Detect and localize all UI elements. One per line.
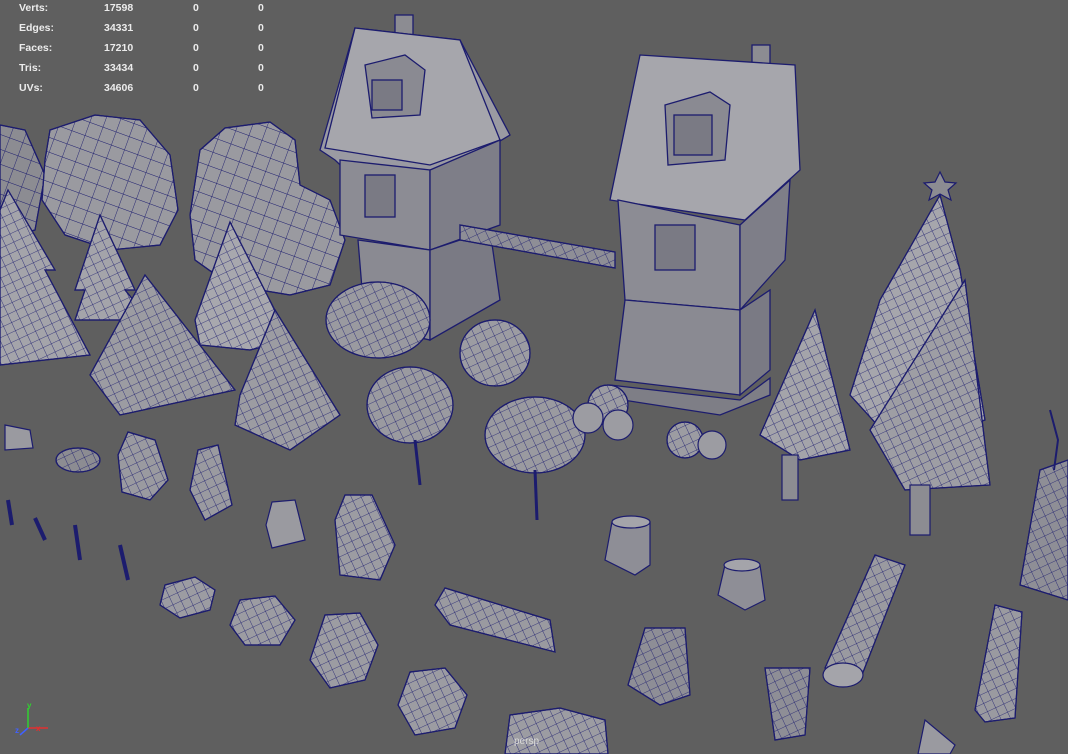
hud-label: Tris: — [19, 62, 42, 74]
hud-c2: 0 — [193, 22, 199, 34]
scene-canvas[interactable] — [0, 0, 1068, 754]
axis-z-label: z — [15, 726, 19, 735]
pine-trees-right[interactable] — [759, 170, 991, 536]
small-rocks[interactable] — [4, 424, 609, 754]
hud-value: 34606 — [104, 82, 134, 94]
hud-row: Tris: 33434 0 0 — [0, 62, 300, 78]
hud-value: 33434 — [104, 62, 134, 74]
hud-c2: 0 — [193, 62, 199, 74]
hud-value: 34331 — [104, 22, 134, 34]
hud-value: 17598 — [104, 2, 134, 14]
hud-row: Verts: 17598 0 0 — [0, 2, 300, 18]
hud-c2: 0 — [193, 42, 199, 54]
hud-c3: 0 — [258, 2, 264, 14]
house-right[interactable] — [609, 44, 801, 416]
hud-label: Verts: — [19, 2, 49, 14]
hud-row: Faces: 17210 0 0 — [0, 42, 300, 58]
hud-label: Faces: — [19, 42, 53, 54]
axis-gizmo-icon — [14, 702, 54, 743]
hud-label: UVs: — [19, 82, 43, 94]
camera-name-label: persp — [514, 736, 540, 747]
axis-x-label: x — [36, 724, 41, 733]
hud-label: Edges: — [19, 22, 55, 34]
hud-value: 17210 — [104, 42, 134, 54]
tower-partial[interactable] — [1019, 409, 1068, 601]
hud-row: UVs: 34606 0 0 — [0, 82, 300, 98]
hud-c2: 0 — [193, 2, 199, 14]
hud-c3: 0 — [258, 82, 264, 94]
hud-c2: 0 — [193, 82, 199, 94]
hud-c3: 0 — [258, 62, 264, 74]
hud-row: Edges: 34331 0 0 — [0, 22, 300, 38]
hud-c3: 0 — [258, 42, 264, 54]
viewport-3d[interactable]: Verts: 17598 0 0 Edges: 34331 0 0 Faces: 17210 0 0 T… — [0, 0, 1068, 754]
axis-y-label: y — [27, 701, 32, 710]
hud-c3: 0 — [258, 22, 264, 34]
